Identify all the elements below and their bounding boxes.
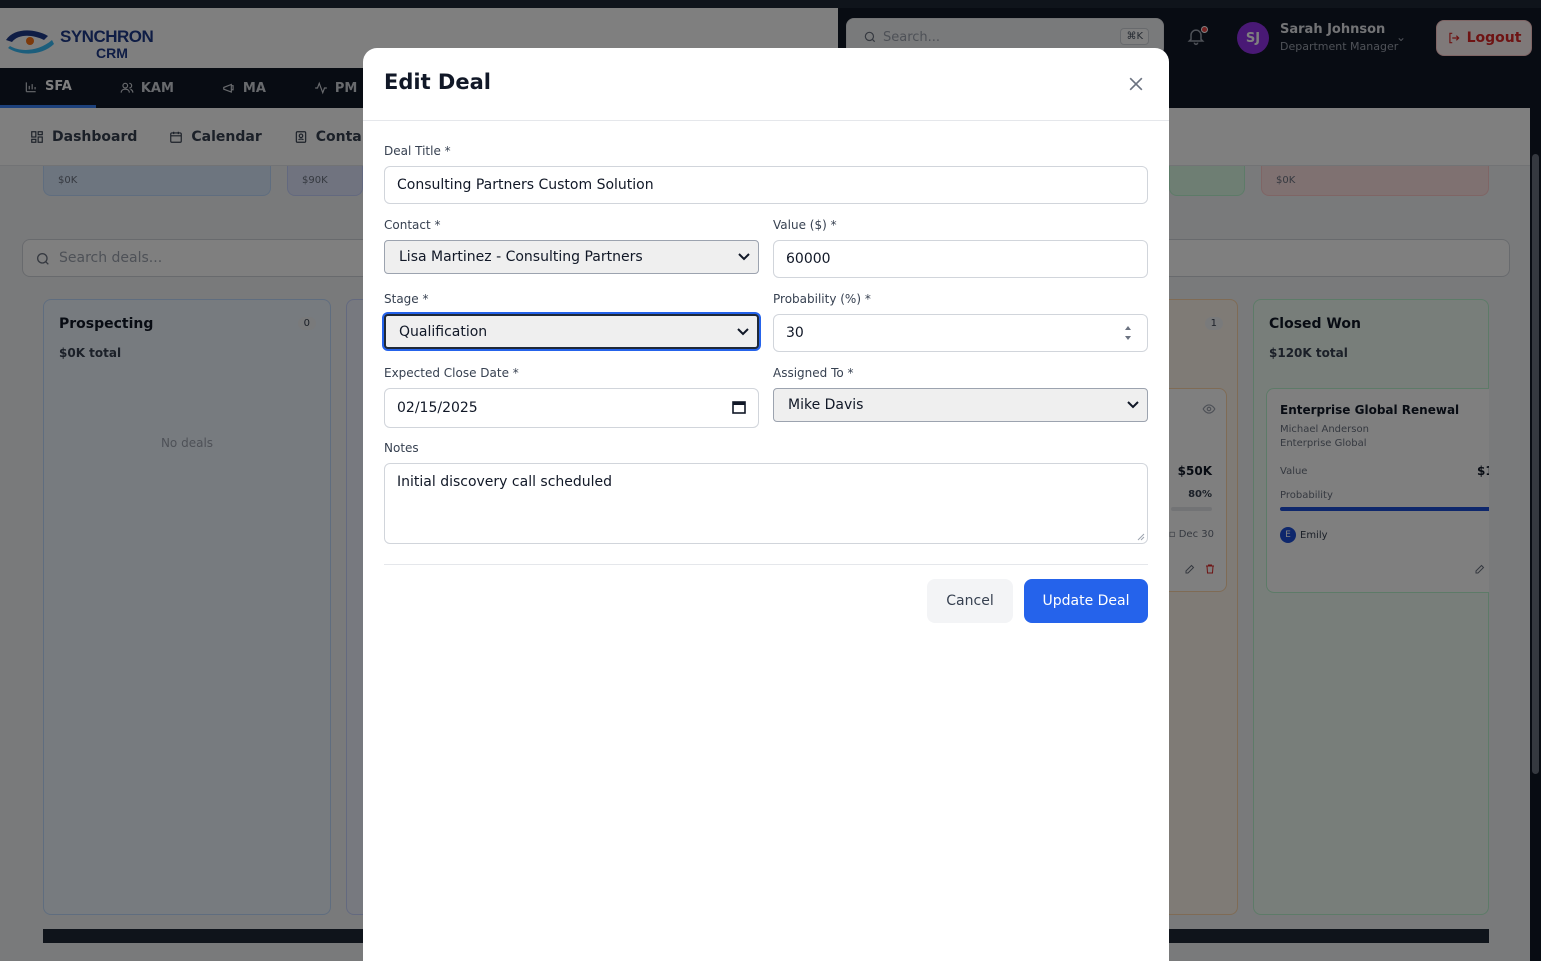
stage-label: Stage * (384, 292, 429, 306)
contact-select[interactable]: Lisa Martinez - Consulting Partners (384, 240, 759, 274)
chevron-down-icon (1127, 401, 1139, 409)
value-input[interactable]: 60000 (773, 240, 1148, 278)
assigned-to-selected: Mike Davis (788, 397, 864, 413)
probability-input[interactable]: 30 (773, 314, 1148, 352)
assigned-to-select[interactable]: Mike Davis (773, 388, 1148, 422)
probability-label: Probability (%) * (773, 292, 871, 306)
contact-selected: Lisa Martinez - Consulting Partners (399, 249, 643, 265)
close-date-field: Expected Close Date * 02/15/2025 (384, 365, 759, 428)
deal-title-field: Deal Title * Consulting Partners Custom … (384, 143, 1148, 204)
deal-title-label: Deal Title * (384, 144, 451, 158)
contact-label: Contact * (384, 218, 441, 232)
value-field: Value ($) * 60000 (773, 217, 1148, 278)
cancel-button[interactable]: Cancel (927, 579, 1013, 623)
value-value: 60000 (786, 251, 831, 267)
deal-title-value: Consulting Partners Custom Solution (397, 177, 654, 193)
stage-field: Stage * Qualification (384, 291, 759, 349)
edit-deal-modal: Edit Deal Deal Title * Consulting Partne… (363, 48, 1169, 961)
modal-title: Edit Deal (384, 70, 491, 94)
stage-selected: Qualification (399, 323, 488, 340)
notes-textarea[interactable]: Initial discovery call scheduled (384, 463, 1148, 544)
close-date-value: 02/15/2025 (397, 400, 478, 416)
probability-field: Probability (%) * 30 (773, 291, 1148, 352)
chevron-down-icon (738, 253, 750, 261)
close-icon[interactable] (1126, 74, 1146, 94)
number-stepper-icon[interactable] (1123, 323, 1133, 343)
assigned-to-field: Assigned To * Mike Davis (773, 365, 1148, 422)
probability-value: 30 (786, 325, 804, 341)
value-label: Value ($) * (773, 218, 837, 232)
modal-header: Edit Deal (363, 48, 1169, 121)
notes-label: Notes (384, 441, 419, 455)
update-deal-button[interactable]: Update Deal (1024, 579, 1148, 623)
notes-field: Notes Initial discovery call scheduled (384, 440, 1148, 544)
close-date-label: Expected Close Date * (384, 366, 519, 380)
resize-grip-icon[interactable] (1137, 533, 1145, 541)
assigned-to-label: Assigned To * (773, 366, 854, 380)
footer-divider (384, 564, 1148, 565)
calendar-icon[interactable] (732, 400, 746, 414)
deal-title-input[interactable]: Consulting Partners Custom Solution (384, 166, 1148, 204)
chevron-down-icon (737, 328, 749, 336)
stage-select[interactable]: Qualification (384, 314, 759, 349)
close-date-input[interactable]: 02/15/2025 (384, 388, 759, 428)
notes-value: Initial discovery call scheduled (397, 474, 613, 490)
contact-field: Contact * Lisa Martinez - Consulting Par… (384, 217, 759, 274)
